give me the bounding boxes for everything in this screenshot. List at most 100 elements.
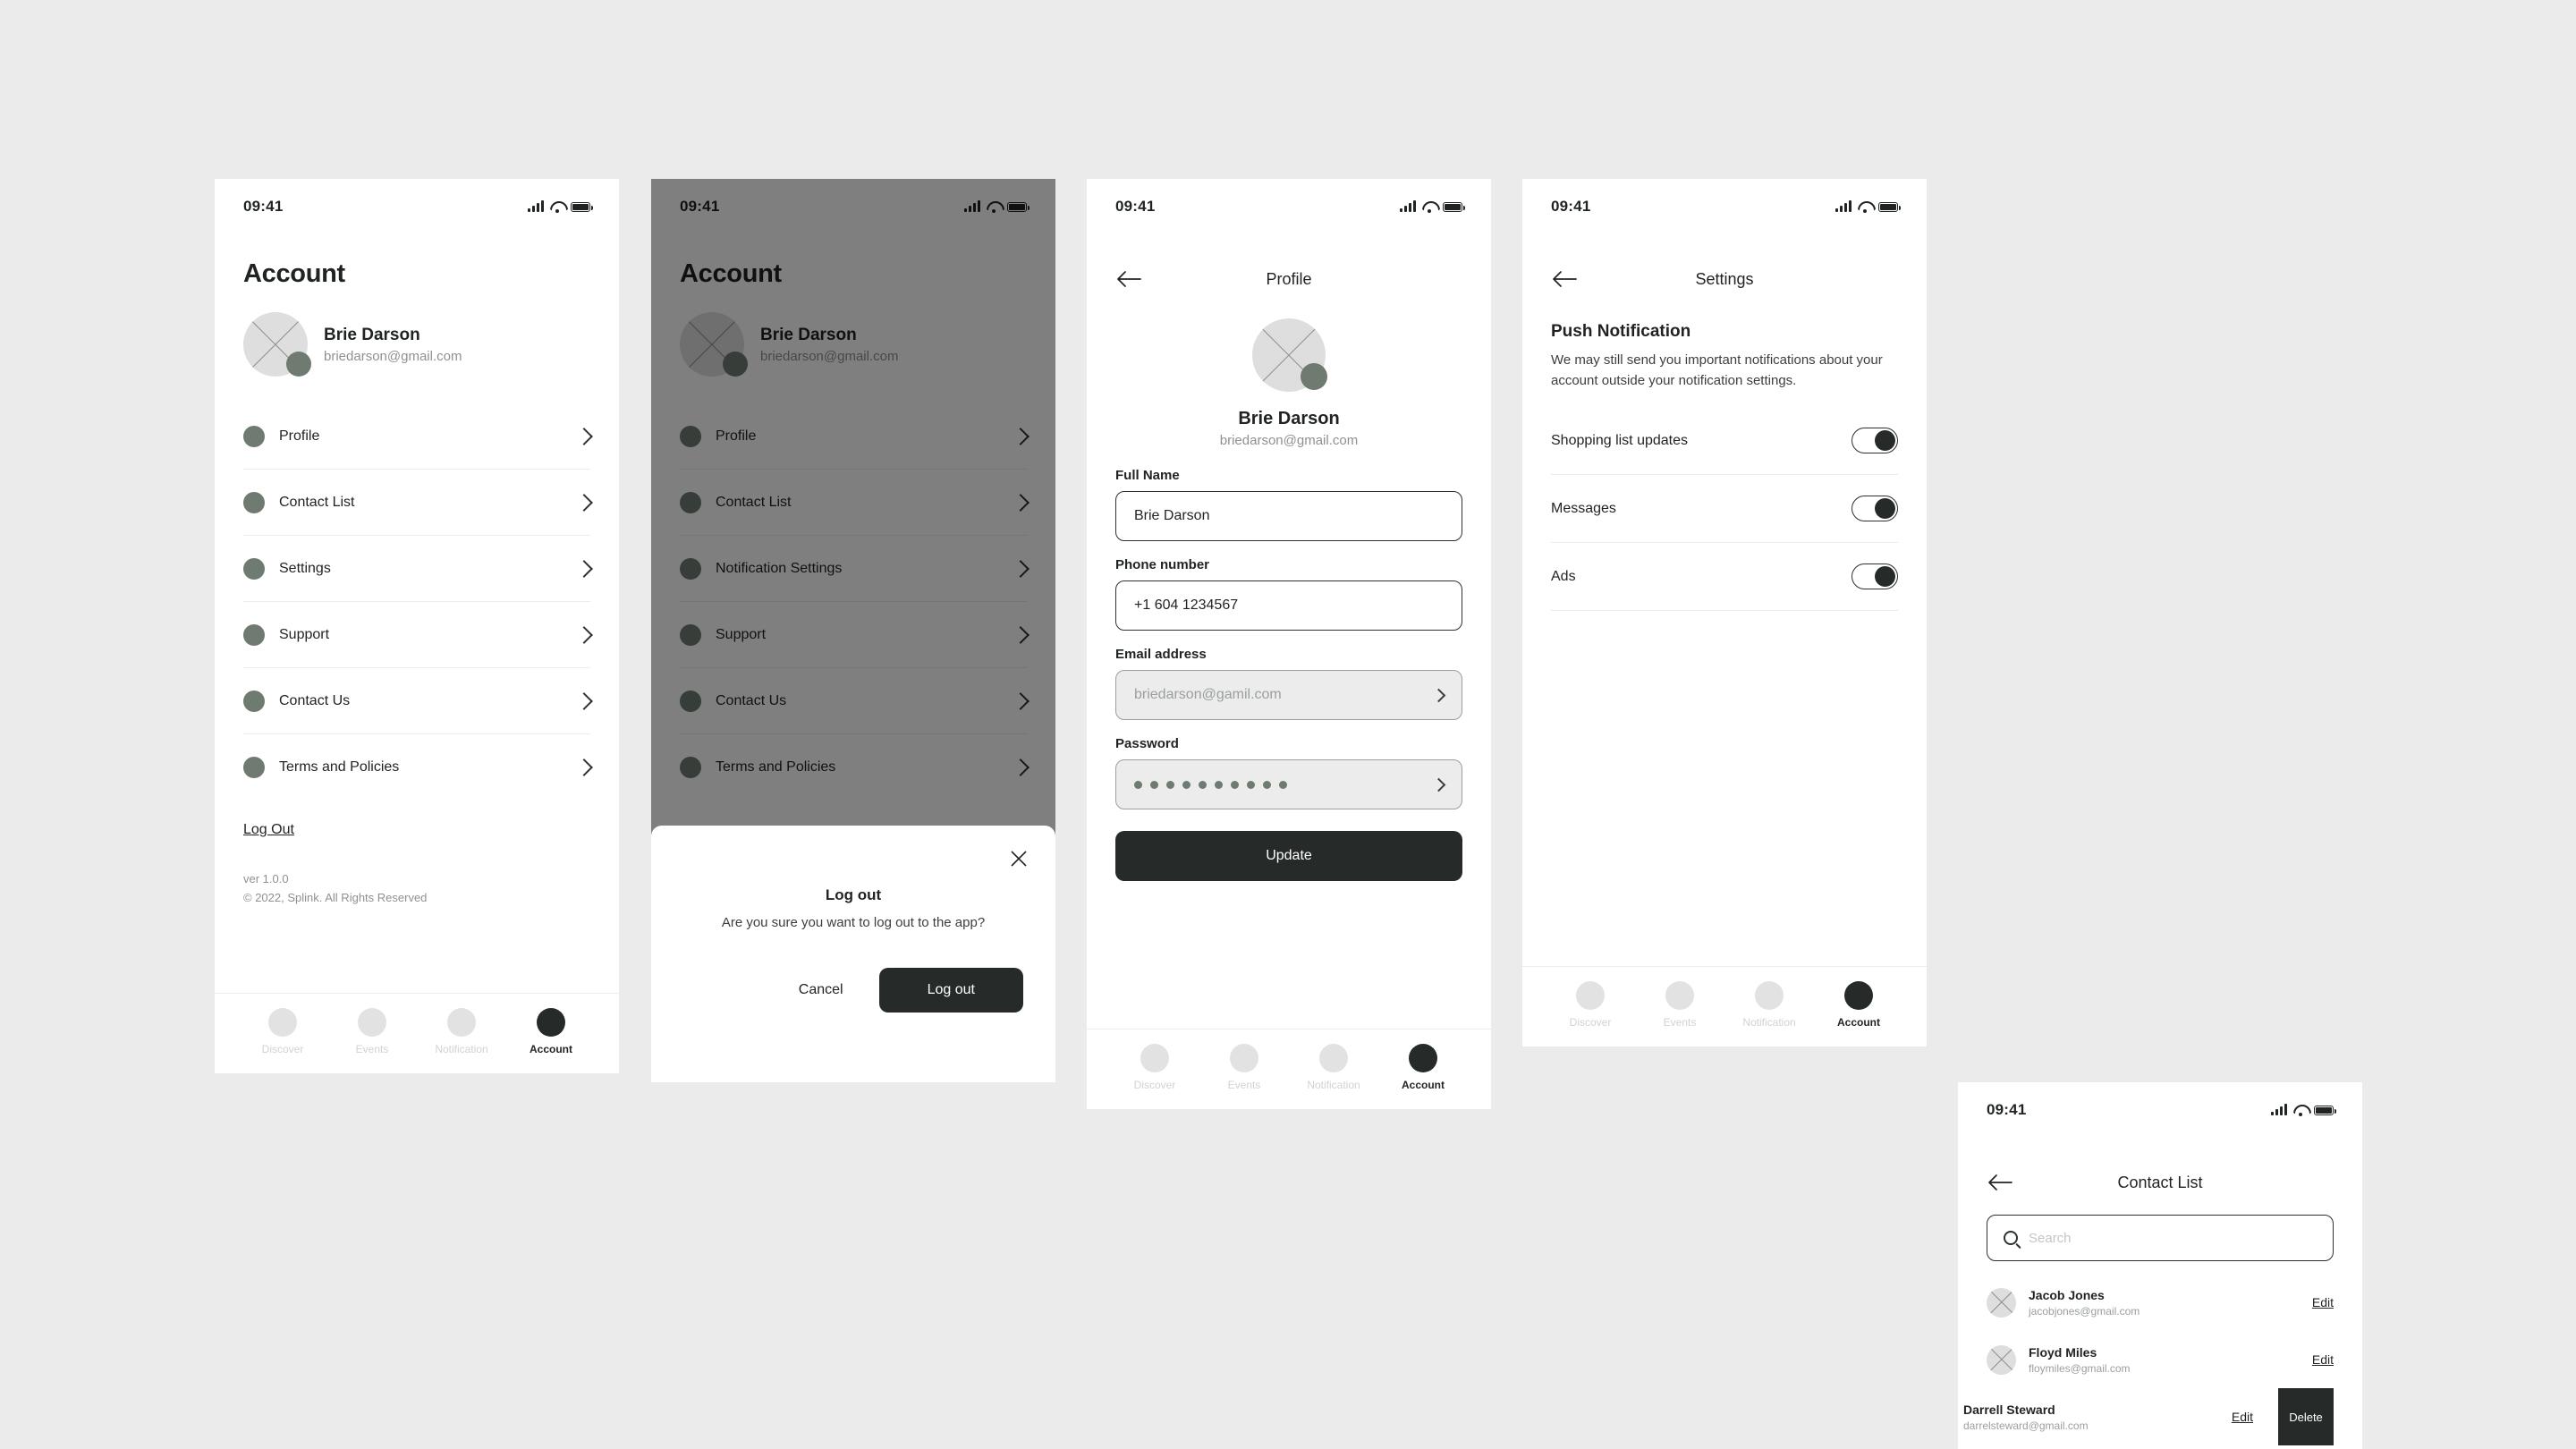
menu-item-contact-list[interactable]: Contact List xyxy=(243,470,593,536)
setting-row-messages: Messages xyxy=(1551,475,1898,543)
update-button[interactable]: Update xyxy=(1115,831,1462,881)
avatar xyxy=(243,312,311,377)
tab-bar: Discover Events Notification Account xyxy=(1087,1029,1491,1109)
profile-hero: Brie Darson briedarson@gmail.com xyxy=(1087,304,1491,448)
tab-discover[interactable]: Discover xyxy=(238,1008,327,1073)
wifi-icon xyxy=(1858,201,1872,213)
discover-icon xyxy=(268,1008,297,1037)
push-notification-section: Push Notification We may still send you … xyxy=(1522,304,1927,391)
tab-events[interactable]: Events xyxy=(1199,1044,1289,1109)
dialog-title: Log out xyxy=(825,886,882,903)
avatar xyxy=(1987,1344,2016,1375)
chevron-right-icon xyxy=(575,559,593,578)
ads-toggle[interactable] xyxy=(1852,564,1898,589)
account-menu: Profile Contact List Settings Support Co xyxy=(215,403,619,801)
contact-row[interactable]: Guy Hawkins guyhawkins@gmail.com Edit xyxy=(1958,1445,2362,1449)
menu-item-label: Support xyxy=(279,626,330,642)
email-address-input[interactable]: briedarson@gamil.com xyxy=(1115,670,1462,720)
menu-item-profile[interactable]: Profile xyxy=(243,403,593,470)
signal-icon xyxy=(2271,1104,2287,1115)
tab-label: Notification xyxy=(1307,1079,1360,1091)
page-title: Profile xyxy=(1266,269,1312,288)
full-name-input[interactable]: Brie Darson xyxy=(1115,491,1462,541)
setting-label: Shopping list updates xyxy=(1551,432,1688,448)
tab-account[interactable]: Account xyxy=(506,1008,596,1073)
tab-bar: Discover Events Notification Account xyxy=(1522,966,1927,1046)
chevron-right-icon xyxy=(575,691,593,710)
edit-button[interactable]: Edit xyxy=(2312,1352,2334,1367)
tab-bar: Discover Events Notification Account xyxy=(215,993,619,1073)
bullet-icon xyxy=(243,557,265,580)
messages-toggle[interactable] xyxy=(1852,496,1898,521)
chevron-right-icon xyxy=(575,493,593,512)
menu-item-label: Contact List xyxy=(279,494,355,510)
dialog-actions: Cancel Log out xyxy=(683,968,1023,1013)
menu-item-terms-and-policies[interactable]: Terms and Policies xyxy=(243,734,593,801)
logout-confirm-button[interactable]: Log out xyxy=(878,968,1023,1013)
tab-label: Discover xyxy=(1133,1079,1176,1091)
battery-icon xyxy=(1878,201,1901,212)
menu-item-support[interactable]: Support xyxy=(243,602,593,668)
status-time: 09:41 xyxy=(1987,1101,2027,1118)
contact-row[interactable]: Jacob Jones jacobjones@gmail.com Edit xyxy=(1958,1274,2362,1331)
cancel-button[interactable]: Cancel xyxy=(775,970,867,1011)
nav-bar: Settings xyxy=(1522,254,1927,304)
avatar-badge xyxy=(1301,363,1327,390)
tab-notification[interactable]: Notification xyxy=(1289,1044,1378,1109)
account-user-card[interactable]: Brie Darson briedarson@gmail.com xyxy=(215,289,619,403)
password-input[interactable] xyxy=(1115,759,1462,809)
log-out-link[interactable]: Log Out xyxy=(243,822,294,838)
events-icon xyxy=(1230,1044,1258,1072)
delete-button[interactable]: Delete xyxy=(2278,1388,2334,1445)
menu-item-label: Settings xyxy=(279,560,331,576)
tab-notification[interactable]: Notification xyxy=(417,1008,506,1073)
bullet-icon xyxy=(243,690,265,712)
tab-label: Account xyxy=(1837,1016,1880,1029)
status-time: 09:41 xyxy=(243,198,284,215)
avatar[interactable] xyxy=(1252,318,1327,392)
status-time: 09:41 xyxy=(1551,198,1591,215)
section-description: We may still send you important notifica… xyxy=(1551,352,1883,388)
user-email: briedarson@gmail.com xyxy=(1219,433,1359,448)
menu-item-contact-us[interactable]: Contact Us xyxy=(243,668,593,734)
tab-notification[interactable]: Notification xyxy=(1724,981,1814,1046)
screen-account: 09:41 Account Brie Darson briedarson@gma… xyxy=(215,179,619,1073)
tab-label: Events xyxy=(355,1043,389,1055)
battery-icon xyxy=(1443,201,1465,212)
tab-account[interactable]: Account xyxy=(1814,981,1903,1046)
close-icon[interactable] xyxy=(1009,849,1029,869)
setting-label: Ads xyxy=(1551,568,1576,584)
status-icons xyxy=(528,200,593,213)
contact-row-swiped[interactable]: Darrell Steward darrelsteward@gmail.com … xyxy=(1958,1388,2362,1445)
menu-item-settings[interactable]: Settings xyxy=(243,536,593,602)
user-name: Brie Darson xyxy=(1238,409,1340,428)
page-title: Settings xyxy=(1695,269,1754,288)
contact-name: Jacob Jones xyxy=(2029,1287,2105,1302)
discover-icon xyxy=(1140,1044,1169,1072)
setting-row-ads: Ads xyxy=(1551,543,1898,611)
mockup-board: 09:41 Account Brie Darson briedarson@gma… xyxy=(0,0,2576,1449)
edit-button[interactable]: Edit xyxy=(2312,1295,2334,1309)
tab-events[interactable]: Events xyxy=(327,1008,417,1073)
shopping-list-updates-toggle[interactable] xyxy=(1852,428,1898,453)
tab-label: Account xyxy=(1402,1079,1445,1091)
tab-events[interactable]: Events xyxy=(1635,981,1724,1046)
search-input[interactable]: Search xyxy=(1987,1215,2334,1261)
menu-item-label: Profile xyxy=(279,428,320,444)
edit-button[interactable]: Edit xyxy=(2232,1410,2253,1424)
version-number: ver 1.0.0 xyxy=(243,872,289,886)
contact-row[interactable]: Floyd Miles floymiles@gmail.com Edit xyxy=(1958,1331,2362,1388)
tab-account[interactable]: Account xyxy=(1378,1044,1468,1109)
tab-discover[interactable]: Discover xyxy=(1546,981,1635,1046)
tab-label: Notification xyxy=(435,1043,488,1055)
page-title: Contact List xyxy=(2117,1173,2203,1191)
contact-name: Floyd Miles xyxy=(2029,1344,2097,1360)
search-placeholder: Search xyxy=(2029,1230,2072,1246)
copyright: © 2022, Splink. All Rights Reserved xyxy=(243,890,428,904)
email-value: briedarson@gamil.com xyxy=(1134,687,1282,702)
phone-number-input[interactable]: +1 604 1234567 xyxy=(1115,580,1462,631)
field-label: Phone number xyxy=(1115,557,1210,572)
tab-discover[interactable]: Discover xyxy=(1110,1044,1199,1109)
field-phone-number: Phone number +1 604 1234567 xyxy=(1115,557,1462,631)
tab-label: Notification xyxy=(1742,1016,1796,1029)
